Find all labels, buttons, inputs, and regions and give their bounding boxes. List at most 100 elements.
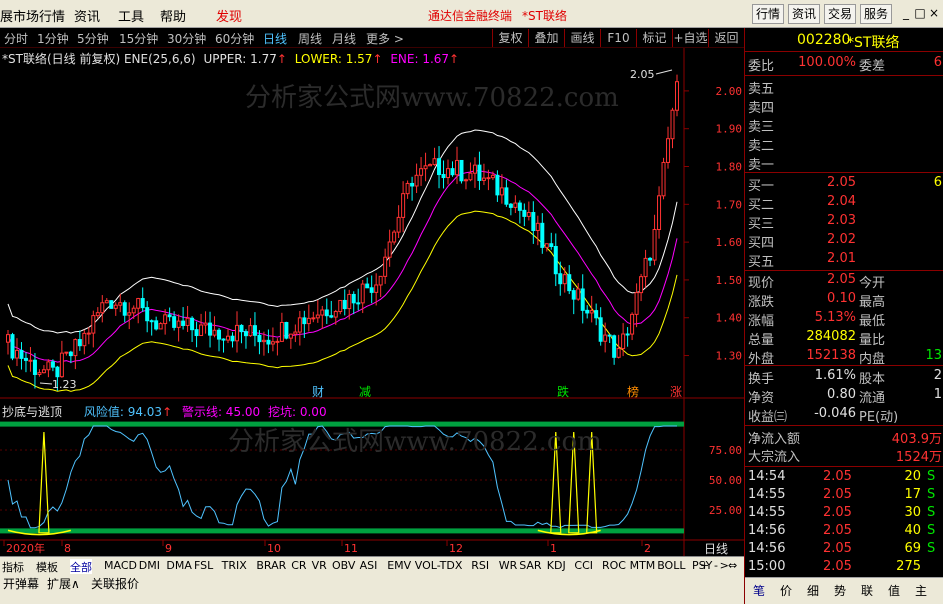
indicator-tab[interactable]: RSI: [471, 559, 489, 572]
candle: [158, 322, 163, 330]
sell-level-row: 卖二: [745, 135, 943, 154]
service-button[interactable]: 服务: [860, 4, 892, 24]
trade-button[interactable]: 交易: [824, 4, 856, 24]
indicator-tab[interactable]: TRIX: [222, 559, 247, 572]
indicator-tab[interactable]: CCI: [574, 559, 593, 572]
period-more[interactable]: 更多 >: [366, 30, 404, 47]
indicator-tab[interactable]: CR: [291, 559, 306, 572]
panel-tab[interactable]: 价: [780, 582, 792, 599]
fundamental-row: 收益㈢ -0.046 PE(动): [745, 406, 943, 425]
indicator-tab[interactable]: SAR: [519, 559, 541, 572]
period-60min[interactable]: 60分钟: [215, 30, 254, 47]
indicator-tab[interactable]: KDJ: [547, 559, 566, 572]
stat-value: 284082: [806, 329, 856, 344]
indicator-tab[interactable]: ASI: [360, 559, 378, 572]
period-daily[interactable]: 日线: [263, 30, 287, 47]
add-favorite-button[interactable]: +自选: [672, 29, 708, 47]
overlay-button[interactable]: 叠加: [528, 29, 564, 47]
period-monthly[interactable]: 月线: [332, 30, 356, 47]
close-icon[interactable]: ×: [926, 5, 942, 21]
tick-price: 2.05: [823, 487, 852, 502]
candle: [607, 334, 612, 343]
indicator-tab[interactable]: ROC: [602, 559, 626, 572]
tick-row: 14:55 2.05 17 S: [745, 487, 943, 505]
indicator-control[interactable]: ⇔: [728, 559, 737, 572]
panel-tab[interactable]: 笔: [753, 582, 765, 599]
stat-label-2: 最高: [859, 295, 886, 310]
lower-value: LOWER: 1.57: [294, 52, 373, 66]
candle: [59, 340, 64, 378]
candle: [517, 200, 522, 224]
indicator-tab[interactable]: 全部: [70, 559, 92, 575]
bullet-comment-toggle[interactable]: 开弹幕: [3, 575, 39, 592]
f10-button[interactable]: F10: [600, 29, 636, 47]
indicator-tab[interactable]: DMA: [166, 559, 192, 572]
event-marker[interactable]: 财: [312, 385, 324, 399]
draw-button[interactable]: 画线: [564, 29, 600, 47]
net-inflow-row: 净流入额 403.9万: [745, 428, 943, 447]
menu-discover[interactable]: 发现: [216, 6, 242, 25]
period-5min[interactable]: 5分钟: [77, 30, 109, 47]
menu-tools[interactable]: 工具: [118, 6, 144, 25]
sell-level-label: 卖四: [748, 101, 775, 116]
period-30min[interactable]: 30分钟: [167, 30, 206, 47]
tick-side: S: [927, 523, 936, 538]
panel-tab[interactable]: 势: [834, 582, 846, 599]
indicator-tab[interactable]: 模板: [36, 559, 58, 575]
event-marker[interactable]: 减: [359, 385, 371, 399]
tick-volume: 30: [904, 505, 921, 520]
tick-time: 14:55: [748, 505, 786, 520]
candle: [446, 159, 451, 185]
indicator-tab[interactable]: OBV: [332, 559, 355, 572]
menu-market[interactable]: 展市场行情: [0, 6, 65, 25]
indicator-control[interactable]: -: [714, 559, 718, 572]
net-inflow-label: 净流入额: [748, 432, 801, 447]
event-marker[interactable]: 榜: [627, 384, 639, 399]
indicator-tab[interactable]: VR: [312, 559, 327, 572]
indicator-control[interactable]: +: [700, 559, 709, 572]
fundamental-row: 换手 1.61% 股本 2: [745, 368, 943, 387]
stat-value-2: 13: [925, 348, 942, 363]
menu-news[interactable]: 资讯: [74, 6, 100, 25]
indicator-tab[interactable]: DMI: [139, 559, 160, 572]
indicator-tab[interactable]: EMV: [387, 559, 411, 572]
indicator-tab[interactable]: 指标: [2, 559, 24, 575]
indicator-tab[interactable]: MTM: [630, 559, 656, 572]
indicator-tab[interactable]: VOL-TDX: [415, 559, 463, 572]
candle: [23, 352, 28, 373]
panel-tab[interactable]: 主: [915, 582, 927, 599]
related-quote-button[interactable]: 关联报价: [91, 575, 139, 592]
chart-area[interactable]: 2.00 1.90 1.80 1.70 1.60 1.50 1.40 1.30 分析家公式网w…: [0, 48, 744, 556]
indicator-tab[interactable]: FSL: [194, 559, 213, 572]
candle: [95, 307, 100, 319]
quote-button[interactable]: 行情: [752, 4, 784, 24]
news-button[interactable]: 资讯: [788, 4, 820, 24]
panel-tab[interactable]: 值: [888, 582, 900, 599]
candle: [378, 275, 383, 298]
period-15min[interactable]: 15分钟: [119, 30, 158, 47]
back-button[interactable]: 返回: [708, 29, 744, 47]
event-marker[interactable]: 跌: [557, 384, 569, 399]
event-marker[interactable]: 涨: [670, 384, 682, 399]
indicator-tab[interactable]: BRAR: [256, 559, 286, 572]
menu-help[interactable]: 帮助: [160, 6, 186, 25]
indicator-tab[interactable]: WR: [499, 559, 518, 572]
candle: [472, 157, 477, 188]
candle: [423, 152, 428, 182]
panel-tab[interactable]: 细: [807, 582, 819, 599]
buy-level-price: 2.03: [827, 213, 856, 228]
expand-button[interactable]: 扩展∧: [47, 575, 80, 592]
period-timeshare[interactable]: 分时: [4, 30, 28, 47]
adjust-button[interactable]: 复权: [492, 29, 528, 47]
buy-level-label: 买四: [748, 236, 775, 251]
indicator-tab[interactable]: MACD: [104, 559, 137, 572]
indicator-tab[interactable]: BOLL: [657, 559, 685, 572]
candle: [580, 274, 585, 324]
fund-label-2: 股本: [859, 372, 886, 387]
high-pointer: [655, 69, 673, 75]
mark-button[interactable]: 标记: [636, 29, 672, 47]
period-1min[interactable]: 1分钟: [37, 30, 69, 47]
sub-chart-header: 抄底与逃顶 风险值: 94.03↑ 警示线: 45.00 挖坑: 0.00: [2, 403, 327, 419]
period-weekly[interactable]: 周线: [298, 30, 322, 47]
panel-tab[interactable]: 联: [861, 582, 873, 599]
